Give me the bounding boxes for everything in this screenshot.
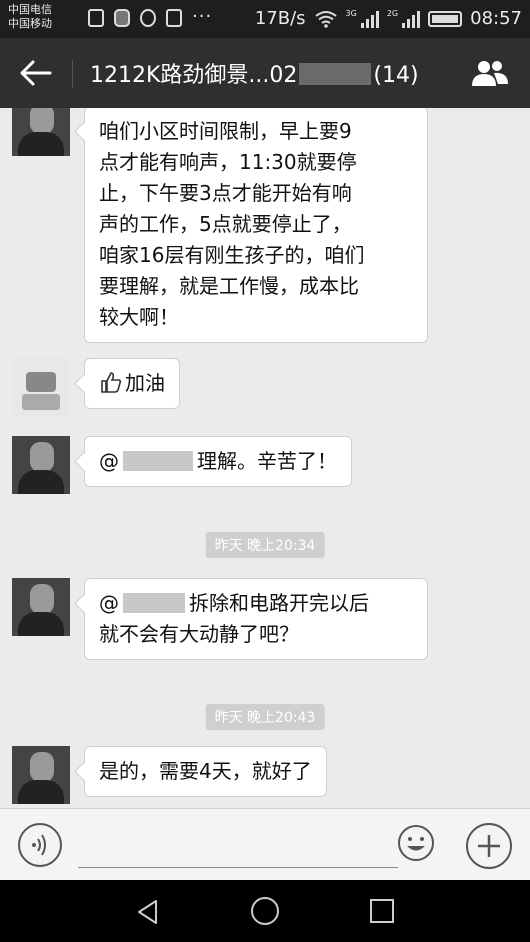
group-members-icon[interactable] bbox=[470, 58, 510, 88]
gallery-icon bbox=[166, 9, 182, 27]
message-input[interactable] bbox=[78, 823, 398, 868]
carrier-2: 中国移动 bbox=[8, 17, 52, 30]
message-bubble[interactable]: 咱们小区时间限制，早上要9 点才能有响声，11:30就要停 止，下午要3点才能开… bbox=[84, 108, 428, 343]
status-bar: 中国电信 中国移动 ··· 17B/s 3G 2G 08:57 bbox=[0, 0, 530, 38]
thumbs-up-icon bbox=[101, 372, 122, 393]
nav-home-icon[interactable] bbox=[251, 897, 279, 925]
voice-icon bbox=[32, 834, 46, 856]
avatar[interactable] bbox=[12, 746, 70, 804]
clock: 08:57 bbox=[470, 8, 522, 29]
avatar[interactable] bbox=[12, 578, 70, 636]
message-text: 咱们小区时间限制，早上要9 点才能有响声，11:30就要停 止，下午要3点才能开… bbox=[99, 119, 365, 329]
message-list[interactable]: 咱们小区时间限制，早上要9 点才能有响声，11:30就要停 止，下午要3点才能开… bbox=[0, 108, 530, 808]
message-text: 是的，需要4天，就好了 bbox=[99, 759, 312, 783]
wifi-icon bbox=[314, 10, 337, 28]
back-arrow-icon[interactable] bbox=[18, 58, 54, 88]
avatar[interactable] bbox=[12, 436, 70, 494]
chat-header: 1212K路劲御景...02 (14) bbox=[0, 38, 530, 108]
timestamp: 昨天 晚上20:43 bbox=[205, 704, 325, 730]
app-icon bbox=[114, 9, 130, 27]
emoji-button[interactable] bbox=[396, 823, 436, 863]
more-notifications-icon: ··· bbox=[192, 6, 213, 27]
message-text: 加油 bbox=[125, 371, 165, 395]
carrier-1: 中国电信 bbox=[8, 3, 52, 16]
chat-title-text: 1212K路劲御景...02 bbox=[90, 63, 298, 88]
message-bubble[interactable]: 是的，需要4天，就好了 bbox=[84, 746, 327, 797]
chat-title: 1212K路劲御景...02 (14) bbox=[90, 57, 419, 89]
redacted-block bbox=[123, 593, 185, 613]
system-nav-bar bbox=[0, 880, 530, 942]
redacted-block bbox=[299, 63, 372, 85]
more-actions-button[interactable] bbox=[466, 823, 512, 869]
member-count: (14) bbox=[373, 63, 419, 88]
message-bubble[interactable]: 加油 bbox=[84, 358, 180, 409]
signal-icon-2: 2G bbox=[386, 8, 421, 28]
net-badge-2g: 2G bbox=[386, 8, 399, 18]
avatar[interactable] bbox=[12, 108, 70, 156]
input-bar bbox=[0, 808, 530, 881]
nav-recent-apps-icon[interactable] bbox=[370, 899, 394, 923]
mention-prefix: @ bbox=[99, 449, 119, 473]
message-bubble[interactable]: @ 理解。辛苦了！ bbox=[84, 436, 352, 487]
status-right: 17B/s 3G 2G 08:57 bbox=[255, 8, 522, 29]
signal-icon-1: 3G bbox=[345, 8, 379, 28]
voice-input-button[interactable] bbox=[18, 823, 62, 867]
net-badge-3g: 3G bbox=[345, 8, 357, 18]
message-bubble[interactable]: @ 拆除和电路开完以后 就不会有大动静了吧？ bbox=[84, 578, 428, 660]
net-speed: 17B/s bbox=[254, 8, 306, 29]
timestamp: 昨天 晚上20:34 bbox=[205, 532, 325, 558]
sim-icon bbox=[88, 9, 104, 27]
header-divider bbox=[72, 60, 73, 88]
nav-back-icon[interactable] bbox=[134, 898, 162, 926]
redacted-block bbox=[123, 451, 193, 471]
plus-icon bbox=[478, 835, 500, 857]
avatar[interactable] bbox=[12, 358, 70, 416]
message-text: 理解。辛苦了！ bbox=[197, 449, 337, 473]
carrier-names: 中国电信 中国移动 bbox=[8, 3, 52, 31]
mention-prefix: @ bbox=[99, 591, 119, 615]
search-app-icon bbox=[140, 9, 156, 27]
battery-icon bbox=[428, 10, 463, 27]
